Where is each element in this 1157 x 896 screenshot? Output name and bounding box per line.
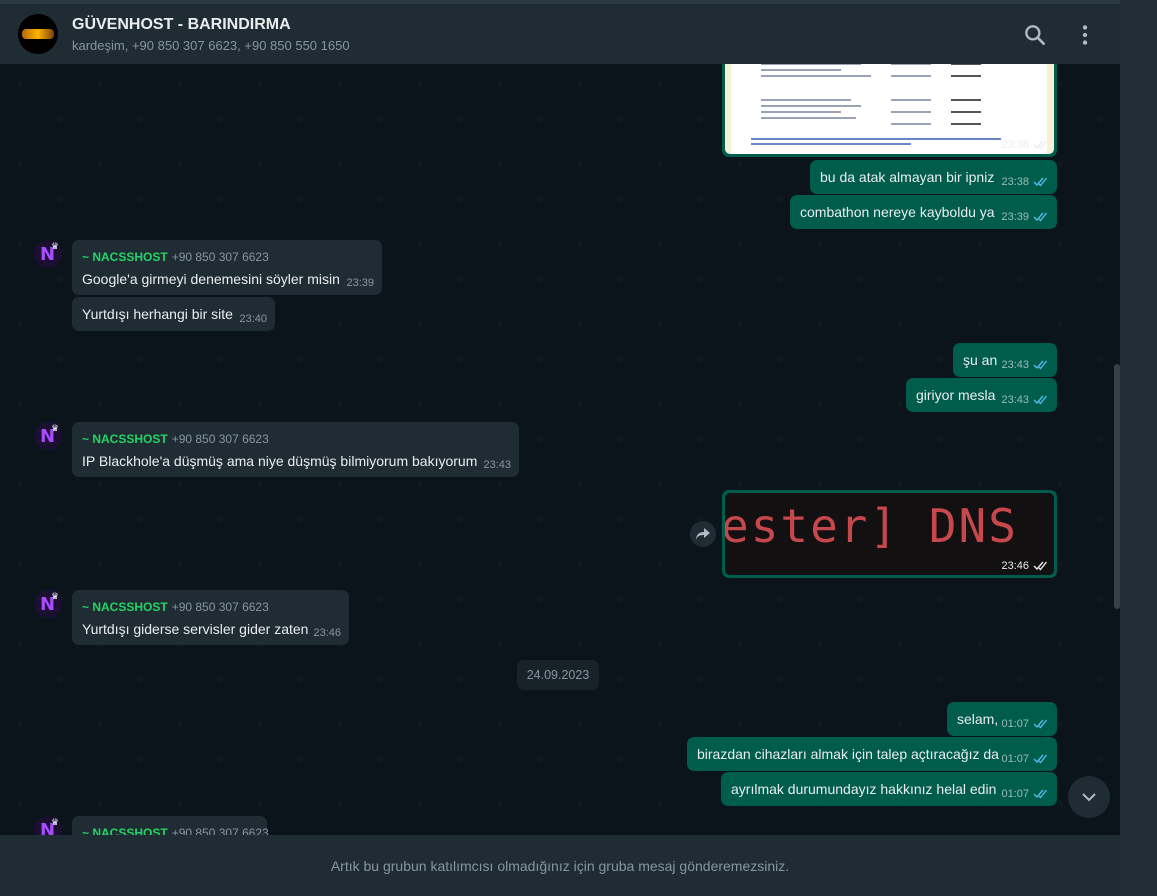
- message-time: 23:43: [483, 459, 511, 471]
- message-bubble[interactable]: birazdan cihazları almak için talep açtı…: [687, 737, 1057, 771]
- message-time: 23:39: [346, 277, 374, 289]
- double-tick-icon: [1033, 754, 1048, 764]
- date-separator: 24.09.2023: [517, 660, 599, 690]
- message-time: 01:07: [1001, 718, 1029, 730]
- message-time: 01:07: [1001, 753, 1029, 765]
- message-text: bu da atak almayan bir ipniz: [820, 169, 995, 185]
- message-text: IP Blackhole'a düşmüş ama niye düşmüş bi…: [82, 453, 478, 469]
- message-time: 23:43: [1001, 394, 1029, 406]
- message-bubble[interactable]: selam, 01:07: [947, 702, 1057, 736]
- chat-header[interactable]: GÜVENHOST - BARINDIRMA kardeşim, +90 850…: [0, 0, 1120, 64]
- search-icon[interactable]: [1022, 22, 1048, 48]
- window-edge: [1120, 0, 1157, 896]
- message-time: 23:38: [1001, 176, 1029, 188]
- forward-icon: [696, 528, 710, 540]
- message-bubble[interactable]: ~ NACSSHOST +90 850 307 6623 IP Blackhole…: [72, 422, 519, 477]
- message-time: 23:39: [1001, 211, 1029, 223]
- message-time: 23:46: [1001, 560, 1029, 572]
- message-text: birazdan cihazları almak için talep açtı…: [697, 746, 999, 762]
- sender-avatar[interactable]: N ♛: [34, 240, 62, 268]
- message-text: ayrılmak durumundayız hakkınız helal edi…: [731, 781, 997, 797]
- scroll-down-button[interactable]: [1068, 776, 1110, 818]
- chevron-down-icon: [1082, 793, 1096, 802]
- sender-avatar[interactable]: N ♛: [34, 422, 62, 450]
- sender-name[interactable]: ~ NACSSHOST +90 850 307 6623: [82, 826, 269, 835]
- sender-name[interactable]: ~ NACSSHOST +90 850 307 6623: [82, 432, 269, 446]
- composer-disabled-bar: Artık bu grubun katılımcısı olmadığınız …: [0, 835, 1120, 896]
- message-bubble[interactable]: ~ NACSSHOST +90 850 307 6623: [72, 816, 269, 835]
- image-text: ester] DNS: [725, 499, 1018, 553]
- double-tick-icon: [1033, 789, 1048, 799]
- message-bubble[interactable]: ayrılmak durumundayız hakkınız helal edi…: [721, 772, 1057, 806]
- forward-button[interactable]: [690, 521, 716, 547]
- image-message[interactable]: 23:38: [722, 64, 1057, 157]
- more-vertical-icon[interactable]: [1072, 22, 1098, 48]
- not-participant-notice: Artık bu grubun katılımcısı olmadığınız …: [330, 858, 790, 874]
- double-tick-icon: [1033, 395, 1048, 405]
- message-text: Yurtdışı herhangi bir site: [82, 306, 233, 322]
- message-bubble[interactable]: ~ NACSSHOST +90 850 307 6623 Google'a gir…: [72, 240, 382, 295]
- message-time: 23:46: [313, 627, 341, 639]
- message-text: combathon nereye kayboldu ya: [800, 204, 995, 220]
- message-time: 23:38: [1001, 139, 1029, 151]
- message-text: selam,: [957, 711, 999, 727]
- message-bubble[interactable]: bu da atak almayan bir ipniz 23:38: [810, 160, 1057, 194]
- message-bubble[interactable]: combathon nereye kayboldu ya 23:39: [790, 195, 1057, 229]
- sender-name[interactable]: ~ NACSSHOST +90 850 307 6623: [82, 600, 269, 614]
- message-bubble[interactable]: giriyor mesla 23:43: [906, 378, 1057, 412]
- image-message[interactable]: ester] DNS 23:46: [722, 490, 1057, 578]
- message-time: 23:43: [1001, 359, 1029, 371]
- message-text: giriyor mesla: [916, 387, 996, 403]
- message-time: 01:07: [1001, 788, 1029, 800]
- double-tick-icon: [1033, 561, 1048, 571]
- message-text: Yurtdışı giderse servisler gider zaten: [82, 621, 309, 637]
- whatsapp-window: GÜVENHOST - BARINDIRMA kardeşim, +90 850…: [0, 0, 1120, 896]
- group-avatar[interactable]: [18, 14, 58, 54]
- message-text: şu an: [963, 352, 998, 368]
- double-tick-icon: [1033, 140, 1048, 150]
- sender-avatar[interactable]: N ♛: [34, 590, 62, 618]
- message-time: 23:40: [239, 313, 267, 325]
- message-bubble[interactable]: şu an 23:43: [953, 343, 1057, 377]
- message-list[interactable]: 23:38 bu da atak almayan bir ipniz 23:38…: [0, 64, 1120, 835]
- sender-avatar[interactable]: N ♛: [34, 816, 62, 835]
- double-tick-icon: [1033, 360, 1048, 370]
- double-tick-icon: [1033, 177, 1048, 187]
- message-bubble[interactable]: Yurtdışı herhangi bir site 23:40: [72, 297, 275, 331]
- message-bubble[interactable]: ~ NACSSHOST +90 850 307 6623 Yurtdışı gid…: [72, 590, 349, 645]
- sender-name[interactable]: ~ NACSSHOST +90 850 307 6623: [82, 250, 269, 264]
- double-tick-icon: [1033, 719, 1048, 729]
- chat-title[interactable]: GÜVENHOST - BARINDIRMA: [72, 16, 291, 34]
- double-tick-icon: [1033, 212, 1048, 222]
- message-text: Google'a girmeyi denemesini söyler misin: [82, 271, 340, 287]
- chat-participants[interactable]: kardeşim, +90 850 307 6623, +90 850 550 …: [72, 38, 350, 53]
